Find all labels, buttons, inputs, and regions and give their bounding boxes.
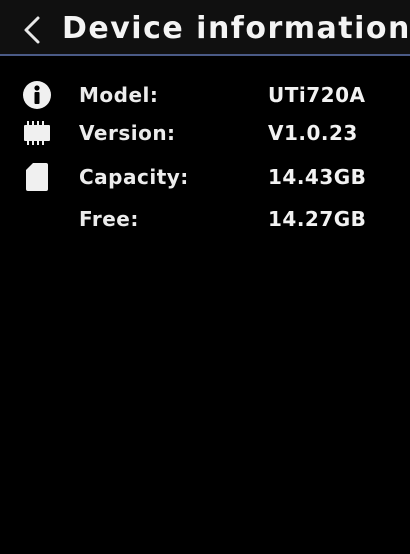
header-divider [0,54,410,56]
info-row-version: Version: V1.0.23 [0,116,410,150]
free-value: 14.27GB [268,207,367,231]
free-label: Free: [79,207,139,231]
info-icon [20,78,54,112]
model-value: UTi720A [268,83,366,107]
info-row-capacity: Capacity: 14.43GB [0,160,410,194]
info-row-free: Free: 14.27GB [0,202,410,236]
back-button[interactable] [18,12,46,48]
chevron-left-icon [24,16,40,44]
version-value: V1.0.23 [268,121,358,145]
chip-icon [20,116,54,150]
info-row-model: Model: UTi720A [0,78,410,112]
capacity-value: 14.43GB [268,165,367,189]
version-label: Version: [79,121,176,145]
device-information-screen: Device information Model: UTi720A Versio… [0,0,410,554]
page-title: Device information [62,11,410,46]
capacity-label: Capacity: [79,165,189,189]
model-label: Model: [79,83,159,107]
sd-card-icon [20,160,54,194]
header-bar: Device information [0,0,410,54]
